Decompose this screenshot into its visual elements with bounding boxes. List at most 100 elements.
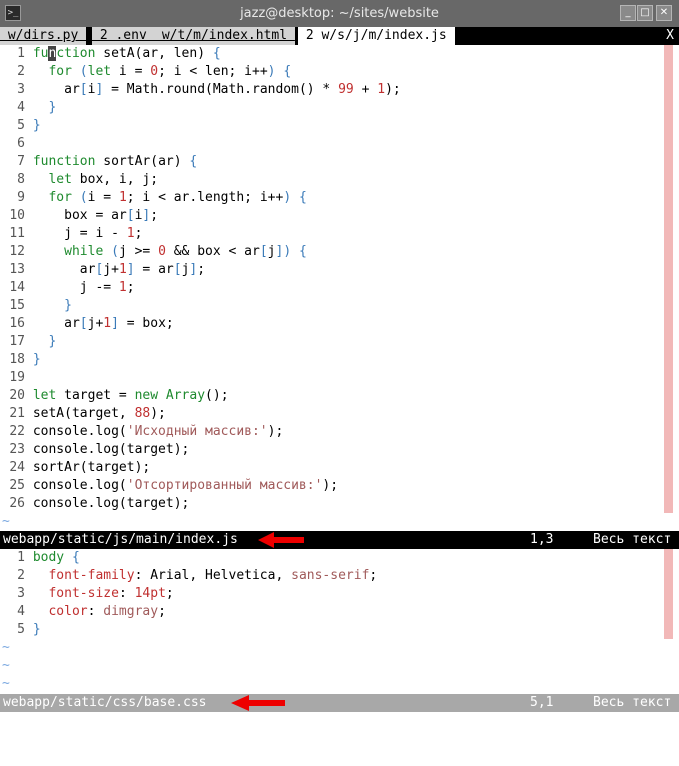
js-status-filename: webapp/static/js/main/index.js xyxy=(3,532,238,547)
code-line[interactable]: 5 } xyxy=(0,621,40,639)
code-token: j >= xyxy=(118,244,159,259)
code-line[interactable]: 21 setA(target, 88); xyxy=(0,405,166,423)
line-number: 13 xyxy=(9,262,25,277)
code-token: 1 xyxy=(126,226,135,241)
code-token: sans-serif xyxy=(291,568,370,583)
css-statusline: webapp/static/css/base.css 5,1 Весь текс… xyxy=(0,694,679,712)
code-token: ( xyxy=(79,190,88,205)
code-token: ) xyxy=(283,244,292,259)
code-token: ; xyxy=(158,604,166,619)
code-token: i = xyxy=(87,190,119,205)
code-token: } xyxy=(64,298,72,313)
code-line[interactable]: 10 box = ar[i]; xyxy=(0,207,158,225)
line-number: 18 xyxy=(9,352,25,367)
code-line[interactable]: 16 ar[j+1] = box; xyxy=(0,315,174,333)
code-line[interactable]: 23 console.log(target); xyxy=(0,441,189,459)
code-token: function xyxy=(32,154,96,169)
code-token: new xyxy=(134,388,159,403)
code-token: ar xyxy=(32,82,80,97)
code-token: body xyxy=(32,550,65,565)
js-status-percent: Весь текст xyxy=(593,532,672,547)
code-token: : xyxy=(118,586,135,601)
code-line[interactable]: 22 console.log('Исходный массив:'); xyxy=(0,423,283,441)
line-number: 7 xyxy=(17,154,25,169)
minimize-button[interactable]: _ xyxy=(620,5,636,21)
line-number: 19 xyxy=(9,370,25,385)
tab-index-js[interactable]: 2 w/s/j/m/index.js xyxy=(298,27,455,45)
code-line[interactable]: 13 ar[j+1] = ar[j]; xyxy=(0,261,205,279)
code-line[interactable]: 12 while (j >= 0 && box < ar[j]) { xyxy=(0,243,307,261)
css-empty-line-marker: ~ xyxy=(2,640,10,655)
code-line[interactable]: 3 font-size: 14pt; xyxy=(0,585,174,603)
line-number: 1 xyxy=(17,550,25,565)
code-token: [ xyxy=(79,82,88,97)
tab-env[interactable]: 2 .env xyxy=(92,27,155,45)
code-line[interactable]: 24 sortAr(target); xyxy=(0,459,150,477)
js-statusline: webapp/static/js/main/index.js 1,3 Весь … xyxy=(0,531,679,549)
code-token: [ xyxy=(259,244,268,259)
code-line[interactable]: 7 function sortAr(ar) { xyxy=(0,153,197,171)
line-number: 23 xyxy=(9,442,25,457)
code-token: } xyxy=(32,352,41,367)
code-line[interactable]: 1 body { xyxy=(0,549,80,567)
code-line[interactable]: 4 color: dimgray; xyxy=(0,603,166,621)
code-line[interactable]: 14 j -= 1; xyxy=(0,279,134,297)
code-line[interactable]: 11 j = i - 1; xyxy=(0,225,142,243)
red-arrow-annotation xyxy=(231,695,285,711)
code-line[interactable]: 18 } xyxy=(0,351,41,369)
code-line[interactable]: 20 let target = new Array(); xyxy=(0,387,228,405)
code-token: j+ xyxy=(103,262,119,277)
code-token: sortAr(ar) xyxy=(95,154,190,169)
code-token: while xyxy=(64,244,104,259)
code-line[interactable]: 17 } xyxy=(0,333,56,351)
code-token: = box; xyxy=(118,316,174,331)
tab-index-html[interactable]: w/t/m/index.html xyxy=(154,27,295,45)
code-line[interactable]: 6 xyxy=(0,135,33,153)
code-token: ] xyxy=(111,316,119,331)
code-line[interactable]: 19 xyxy=(0,369,33,387)
code-token: j+ xyxy=(87,316,104,331)
line-number: 2 xyxy=(17,568,25,583)
window-titlebar: >_ jazz@desktop: ~/sites/website _ □ ✕ xyxy=(0,0,679,27)
code-token: for xyxy=(48,190,72,205)
code-line[interactable]: 5 } xyxy=(0,117,40,135)
line-number: 4 xyxy=(17,604,25,619)
tabline-close-button[interactable]: X xyxy=(666,27,674,45)
code-token: let xyxy=(87,64,112,79)
code-line[interactable]: 3 ar[i] = Math.round(Math.random() * 99 … xyxy=(0,81,401,99)
code-line[interactable]: 9 for (i = 1; i < ar.length; i++) { xyxy=(0,189,307,207)
code-token: 1 xyxy=(118,190,127,205)
tab-dirs-py[interactable]: w/dirs.py xyxy=(0,27,87,45)
code-token: for xyxy=(48,64,72,79)
line-number: 5 xyxy=(17,622,25,637)
code-token: j = i - xyxy=(32,226,127,241)
code-token: + xyxy=(353,82,378,97)
maximize-button[interactable]: □ xyxy=(637,5,653,21)
code-token: { xyxy=(189,154,198,169)
code-token: ; i < len; i++ xyxy=(158,64,268,79)
code-token: { xyxy=(71,550,80,565)
code-line[interactable]: 25 console.log('Отсортированный массив:'… xyxy=(0,477,338,495)
code-token: [ xyxy=(79,316,88,331)
code-token: { xyxy=(298,244,307,259)
line-number: 21 xyxy=(9,406,25,421)
code-token: font-family xyxy=(48,568,135,583)
code-token: 1 xyxy=(118,280,127,295)
line-number: 16 xyxy=(9,316,25,331)
close-button[interactable]: ✕ xyxy=(656,5,672,21)
line-number: 25 xyxy=(9,478,25,493)
code-line[interactable]: 15 } xyxy=(0,297,72,315)
code-line[interactable]: 26 console.log(target); xyxy=(0,495,189,513)
code-line[interactable]: 1 function setA(ar, len) { xyxy=(0,45,221,63)
code-line[interactable]: 4 } xyxy=(0,99,56,117)
code-token: { xyxy=(212,46,221,61)
code-line[interactable]: 8 let box, i, j; xyxy=(0,171,158,189)
code-line[interactable]: 2 font-family: Arial, Helvetica, sans-se… xyxy=(0,567,377,585)
line-number: 10 xyxy=(9,208,25,223)
code-line[interactable]: 2 for (let i = 0; i < len; i++) { xyxy=(0,63,291,81)
